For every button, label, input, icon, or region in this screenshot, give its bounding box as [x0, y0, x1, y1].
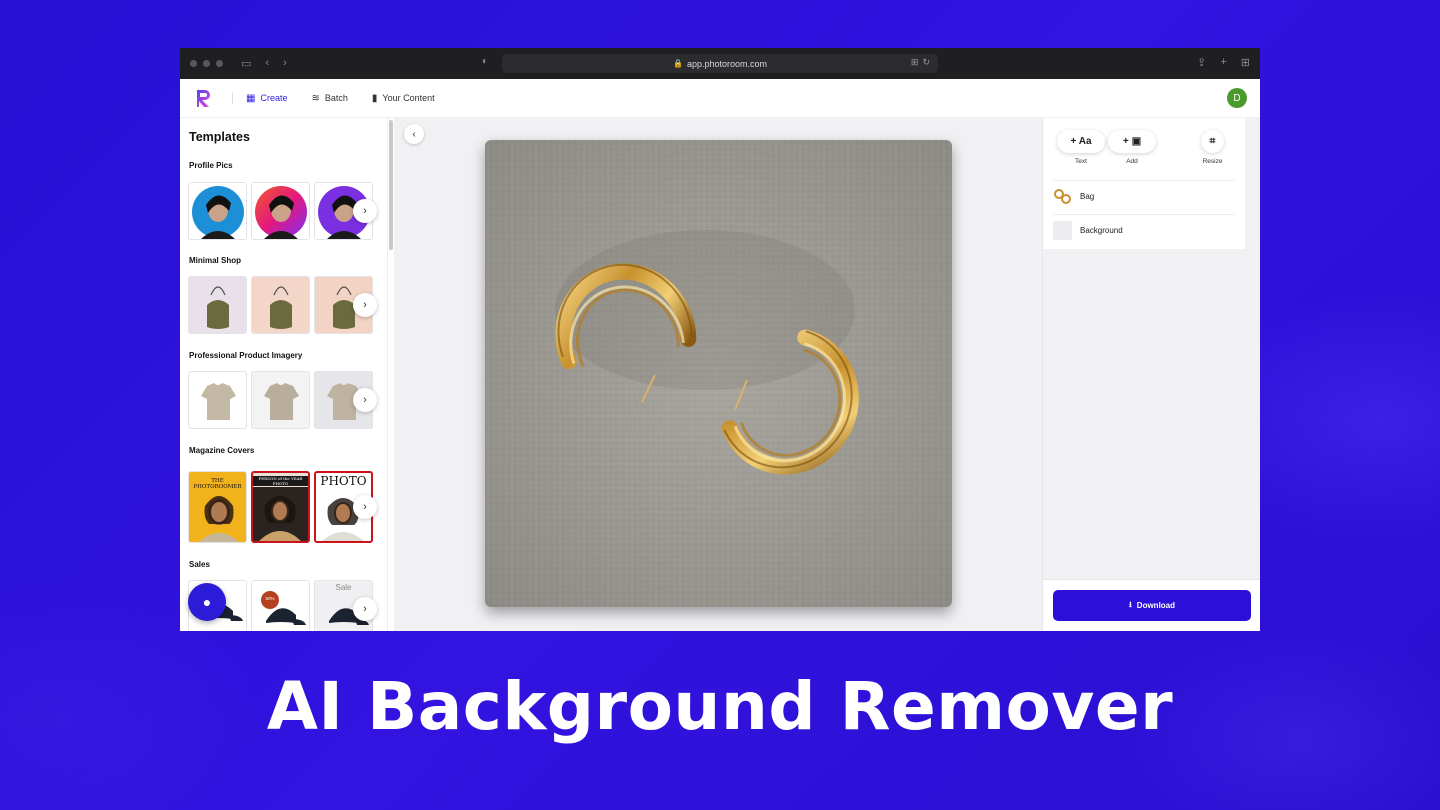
sidebar-toggle-icon[interactable]: ▭ — [241, 57, 251, 70]
app-header: ▦ Create ≋ Batch ▮ Your Content D — [180, 79, 1260, 118]
nav-create-label: Create — [260, 93, 288, 103]
workspace: Templates Profile Pics › Minimal Shop › … — [180, 118, 1260, 631]
template-thumb[interactable] — [188, 371, 247, 429]
tools-card: + Aa Text + ▣ Add ⌗ Resize Bag Backgroun… — [1043, 118, 1245, 249]
layer-row-bag[interactable]: Bag — [1053, 180, 1235, 212]
browser-window: ▭ ‹ › ◐ 🔒 app.photoroom.com ⊞ ↻ ⇪ + ⊞ ▦ … — [180, 48, 1260, 631]
new-tab-icon[interactable]: + — [1220, 56, 1226, 69]
grid-icon: ▦ — [246, 92, 256, 104]
crop-icon: ⌗ — [1209, 136, 1216, 147]
reload-icon[interactable]: ↻ — [922, 57, 930, 68]
template-thumb[interactable] — [251, 182, 310, 240]
layer-row-background[interactable]: Background — [1053, 214, 1235, 246]
nav-batch[interactable]: ≋ Batch — [311, 93, 347, 104]
professional-product-row — [188, 371, 373, 429]
nav-batch-label: Batch — [324, 93, 348, 103]
minimal-shop-row — [188, 276, 373, 334]
image-icon: ▣ — [1131, 136, 1142, 147]
minimal-shop-next-button[interactable]: › — [353, 293, 377, 317]
section-minimal-shop: Minimal Shop — [189, 256, 241, 265]
chevron-right-icon: › — [363, 394, 367, 406]
download-icon: ⭳ — [1128, 599, 1132, 609]
magazine-covers-next-button[interactable]: › — [353, 495, 377, 519]
resize-button[interactable]: ⌗ — [1201, 130, 1224, 153]
user-avatar[interactable]: D — [1227, 88, 1247, 108]
section-profile-pics: Profile Pics — [189, 161, 233, 170]
lock-icon: 🔒 — [672, 59, 683, 68]
share-icon[interactable]: ⇪ — [1197, 56, 1206, 69]
nav-create[interactable]: ▦ Create — [246, 93, 287, 104]
magazine-covers-row: THE PHOTOROOMER PERSON of the YEAR PHOTO… — [188, 471, 373, 543]
privacy-shield-icon[interactable]: ◐ — [482, 56, 488, 67]
chevron-right-icon: › — [363, 603, 367, 615]
properties-panel: + Aa Text + ▣ Add ⌗ Resize Bag Backgroun… — [1042, 118, 1260, 631]
back-nav-icon[interactable]: ‹ — [265, 57, 269, 70]
template-thumb[interactable] — [188, 276, 247, 334]
nav-your-content-label: Your Content — [382, 93, 435, 103]
template-thumb[interactable] — [251, 371, 310, 429]
add-text-button[interactable]: + Aa — [1057, 130, 1105, 153]
layer-thumbnail — [1053, 221, 1072, 240]
address-bar[interactable]: 🔒 app.photoroom.com ⊞ ↻ — [502, 54, 938, 73]
sale-badge-text: 50% — [265, 596, 275, 601]
download-button[interactable]: ⭳ Download — [1053, 590, 1251, 621]
folder-icon: ▮ — [371, 92, 378, 104]
chevron-right-icon: › — [363, 299, 367, 311]
browser-toolbar: ▭ ‹ › ◐ 🔒 app.photoroom.com ⊞ ↻ ⇪ + ⊞ — [180, 48, 1260, 79]
translate-icon[interactable]: ⊞ — [911, 57, 919, 68]
profile-pics-row — [188, 182, 373, 240]
tab-overview-icon[interactable]: ⊞ — [1241, 56, 1250, 69]
collapse-panel-button[interactable]: ‹ — [404, 124, 424, 144]
template-thumb[interactable] — [251, 276, 310, 334]
layers-icon: ≋ — [311, 92, 320, 104]
photoroom-logo[interactable] — [194, 88, 214, 108]
chevron-left-icon: ‹ — [412, 128, 416, 140]
layer-name: Background — [1080, 226, 1123, 235]
editor-canvas: ‹ — [394, 118, 1042, 631]
section-professional-product: Professional Product Imagery — [189, 351, 303, 360]
product-photo[interactable] — [485, 140, 952, 607]
add-tool[interactable]: + ▣ Add — [1108, 130, 1156, 165]
text-tool[interactable]: + Aa Text — [1057, 130, 1105, 165]
template-thumb[interactable]: THE PHOTOROOMER — [188, 471, 247, 543]
window-controls[interactable] — [190, 60, 223, 67]
layer-name: Bag — [1080, 192, 1095, 201]
help-chat-button[interactable]: ● — [188, 583, 226, 621]
download-label: Download — [1136, 601, 1176, 610]
professional-product-next-button[interactable]: › — [353, 388, 377, 412]
url-text: app.photoroom.com — [686, 58, 767, 69]
profile-pics-next-button[interactable]: › — [353, 199, 377, 223]
sales-next-button[interactable]: › — [353, 597, 377, 621]
template-thumb[interactable]: 50% — [251, 580, 310, 631]
resize-tool-label: Resize — [1202, 158, 1223, 165]
chevron-right-icon: › — [363, 205, 367, 217]
chevron-right-icon: › — [363, 501, 367, 513]
templates-scrollbar[interactable] — [389, 120, 393, 250]
templates-title: Templates — [189, 130, 250, 144]
template-thumb[interactable]: PERSON of the YEAR PHOTO — [251, 471, 310, 543]
chat-bubble-icon: ● — [202, 594, 212, 610]
add-tool-label: Add — [1126, 158, 1138, 165]
resize-tool[interactable]: ⌗ Resize — [1201, 130, 1224, 165]
forward-nav-icon[interactable]: › — [283, 57, 287, 70]
text-tool-label: Text — [1075, 158, 1087, 165]
add-image-button[interactable]: + ▣ — [1108, 130, 1156, 153]
headline: AI Background Remover — [266, 668, 1174, 745]
nav-your-content[interactable]: ▮ Your Content — [372, 93, 435, 104]
template-thumb[interactable] — [188, 182, 247, 240]
section-magazine-covers: Magazine Covers — [189, 446, 255, 455]
layer-thumbnail — [1053, 187, 1072, 206]
section-sales: Sales — [189, 560, 210, 569]
templates-panel: Templates Profile Pics › Minimal Shop › … — [180, 118, 388, 631]
